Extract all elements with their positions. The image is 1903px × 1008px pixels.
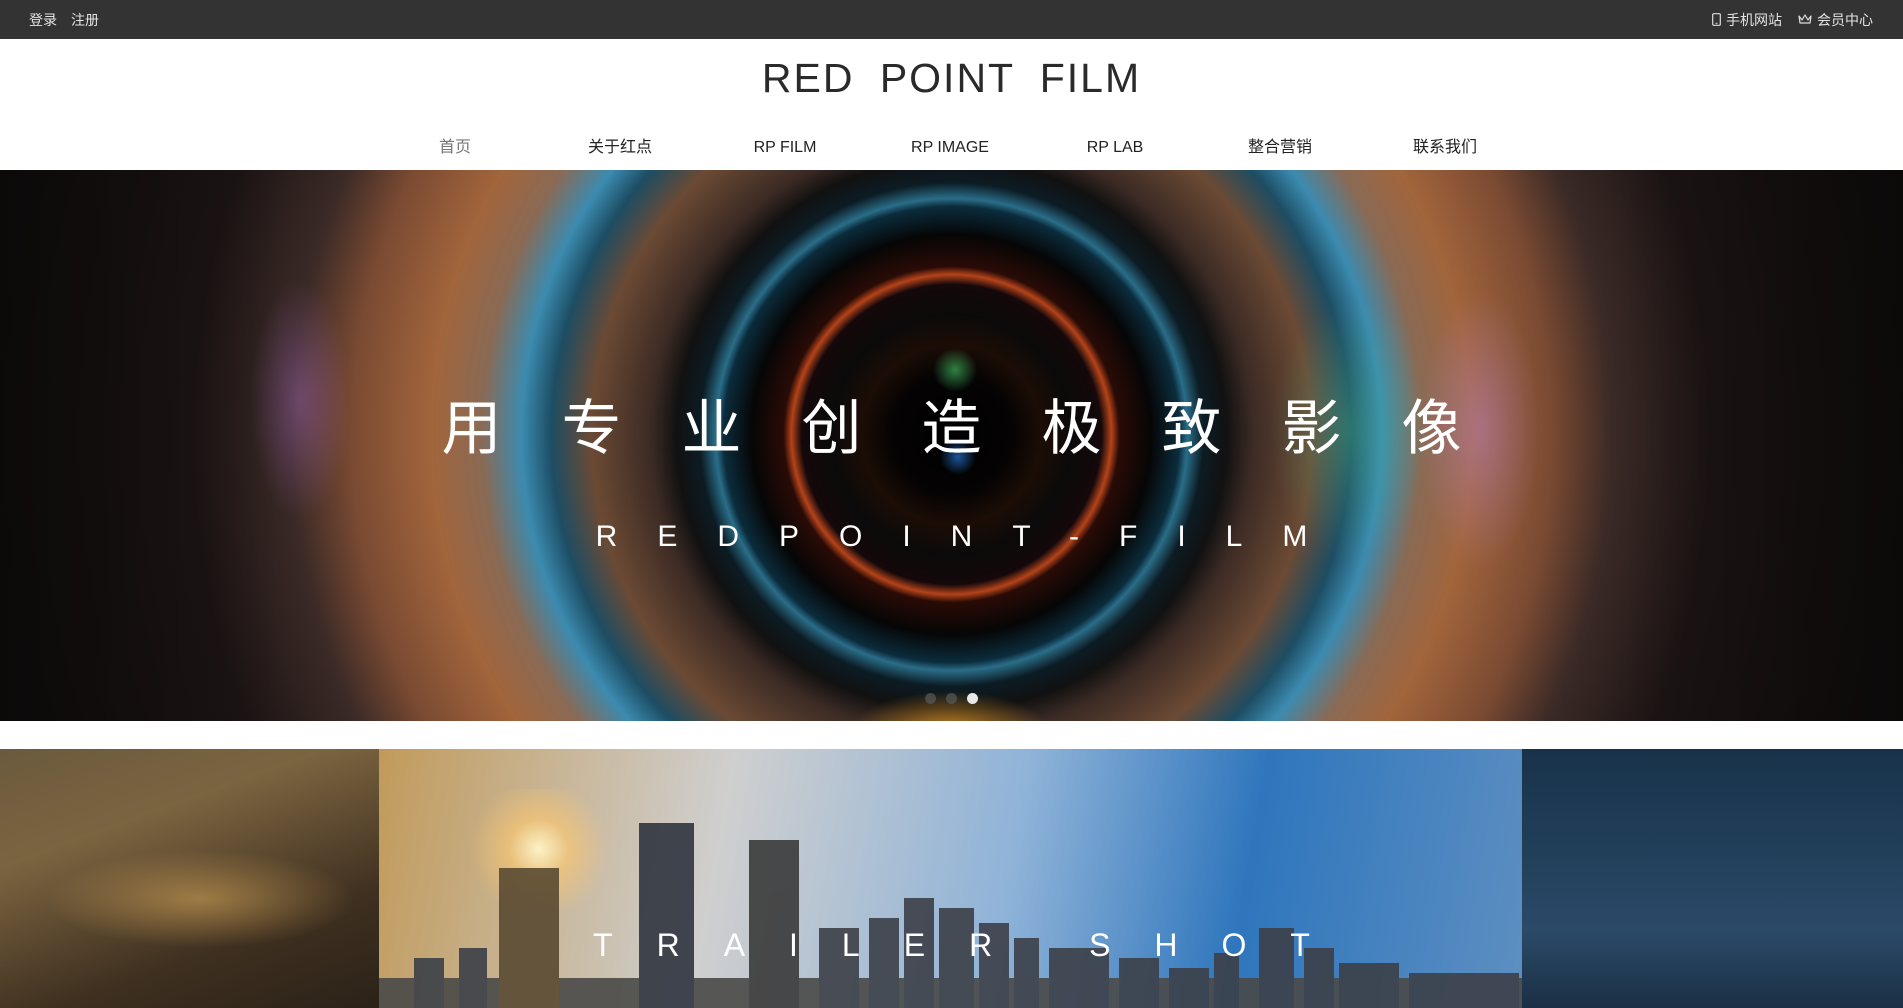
utility-links: 手机网站 会员中心 <box>1712 0 1873 39</box>
carousel-dot-active[interactable] <box>967 693 978 704</box>
nav-item-rp-image[interactable]: RP IMAGE <box>880 133 1020 163</box>
nav-item-about[interactable]: 关于红点 <box>550 133 690 163</box>
mobile-site-label: 手机网站 <box>1726 11 1782 28</box>
register-link[interactable]: 注册 <box>71 10 99 30</box>
trailer-showcase: TRAILER SHOT <box>0 749 1903 1008</box>
hero-banner[interactable]: 用专业创造极致影像 REDPOINT-FILM <box>0 170 1903 721</box>
site-logo[interactable]: RED POINT FILM <box>0 55 1903 102</box>
member-center-link[interactable]: 会员中心 <box>1798 10 1873 30</box>
main-nav: 首页 关于红点 RP FILM RP IMAGE RP LAB 整合营销 联系我… <box>0 133 1903 163</box>
login-link[interactable]: 登录 <box>29 10 57 30</box>
top-utility-bar: 登录 注册 手机网站 会员中心 <box>0 0 1903 39</box>
crown-icon <box>1798 14 1812 25</box>
site-header: RED POINT FILM 首页 关于红点 RP FILM RP IMAGE … <box>0 39 1903 170</box>
showcase-title: TRAILER SHOT <box>593 927 1354 963</box>
carousel-dots <box>0 693 1903 704</box>
member-center-label: 会员中心 <box>1817 11 1873 28</box>
nav-item-rp-lab[interactable]: RP LAB <box>1045 133 1185 163</box>
showcase-prev-image[interactable] <box>0 749 379 1008</box>
showcase-main-image[interactable] <box>379 749 1522 1008</box>
carousel-dot[interactable] <box>946 693 957 704</box>
phone-icon <box>1712 13 1721 26</box>
city-skyline-image <box>379 823 1522 1008</box>
auth-links: 登录 注册 <box>29 0 99 39</box>
nav-item-marketing[interactable]: 整合营销 <box>1210 133 1350 163</box>
nav-item-home[interactable]: 首页 <box>385 133 525 163</box>
hero-subtitle: REDPOINT-FILM <box>595 520 1348 553</box>
showcase-next-image[interactable] <box>1522 749 1903 1008</box>
hero-title: 用专业创造极致影像 <box>441 394 1522 464</box>
carousel-dot[interactable] <box>925 693 936 704</box>
mobile-site-link[interactable]: 手机网站 <box>1712 10 1782 30</box>
nav-item-rp-film[interactable]: RP FILM <box>715 133 855 163</box>
nav-item-contact[interactable]: 联系我们 <box>1375 133 1515 163</box>
